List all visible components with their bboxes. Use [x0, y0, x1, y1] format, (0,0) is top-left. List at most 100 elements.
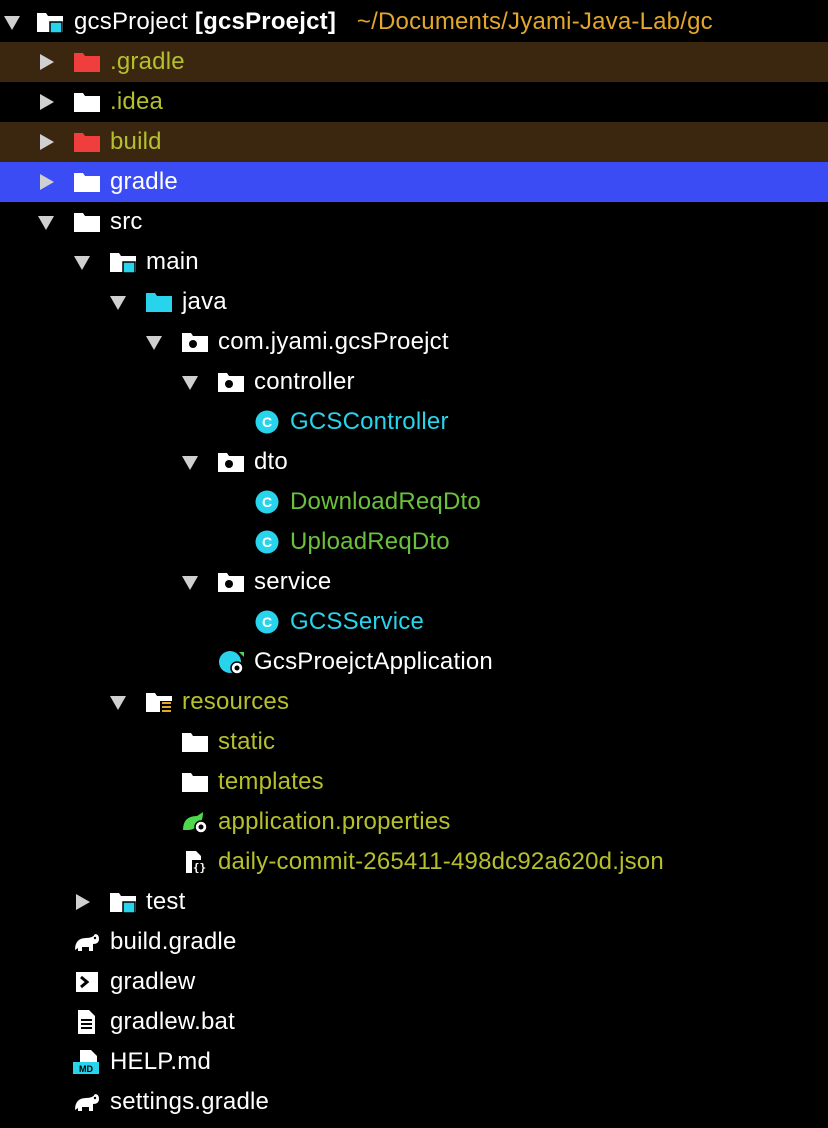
tree-row-gcs-service[interactable]: C GCSService [0, 602, 828, 642]
expand-arrow-icon[interactable] [40, 54, 54, 70]
tree-item-label: java [182, 288, 227, 315]
tree-item-label: test [146, 888, 186, 915]
tree-row-service[interactable]: service [0, 562, 828, 602]
tree-item-label: resources [182, 688, 290, 715]
folder-icon [74, 173, 100, 192]
tree-row-main[interactable]: main [0, 242, 828, 282]
tree-row-gradle-selected[interactable]: gradle [0, 162, 828, 202]
package-icon [218, 373, 244, 392]
package-icon [182, 333, 208, 352]
tree-item-label: controller [254, 368, 355, 395]
collapse-arrow-icon[interactable] [110, 296, 126, 310]
source-folder-icon [146, 293, 172, 312]
tree-item-label: src [110, 208, 143, 235]
tree-item-label: gradlew.bat [110, 1008, 235, 1035]
tree-item-label: templates [218, 768, 324, 795]
tree-row-dto[interactable]: dto [0, 442, 828, 482]
tree-item-label: service [254, 568, 332, 595]
collapse-arrow-icon[interactable] [110, 696, 126, 710]
java-class-icon: C [255, 530, 279, 554]
tree-row-resources[interactable]: resources [0, 682, 828, 722]
tree-row-package[interactable]: com.jyami.gcsProejct [0, 322, 828, 362]
tree-item-label: GCSController [290, 408, 449, 435]
tree-item-label: settings.gradle [110, 1088, 270, 1115]
tree-item-label: build [110, 128, 162, 155]
tree-row-gcs-controller[interactable]: C GCSController [0, 402, 828, 442]
tree-row-src[interactable]: src [0, 202, 828, 242]
java-class-icon: C [255, 490, 279, 514]
module-folder-icon [37, 13, 63, 34]
collapse-arrow-icon[interactable] [74, 256, 90, 270]
tree-row-gradlew-bat[interactable]: gradlew.bat [0, 1002, 828, 1042]
expand-arrow-icon[interactable] [76, 894, 90, 910]
java-class-icon: C [255, 610, 279, 634]
module-name: [gcsProejct] [194, 8, 337, 35]
tree-item-label: UploadReqDto [290, 528, 450, 555]
tree-row-download-req-dto[interactable]: C DownloadReqDto [0, 482, 828, 522]
folder-icon [74, 213, 100, 232]
svg-text:{}: {} [193, 861, 206, 874]
tree-item-label: DownloadReqDto [290, 488, 481, 515]
project-name: gcsProject [74, 8, 189, 35]
svg-text:C: C [262, 534, 272, 550]
tree-item-label: build.gradle [110, 928, 237, 955]
test-root-folder-icon [110, 893, 136, 914]
tree-row-upload-req-dto[interactable]: C UploadReqDto [0, 522, 828, 562]
folder-icon [182, 733, 208, 752]
tree-item-label: GcsProejctApplication [254, 648, 493, 675]
tree-item-label: static [218, 728, 276, 755]
project-path: ~/Documents/Jyami-Java-Lab/gc [356, 8, 713, 35]
tree-item-label: com.jyami.gcsProejct [218, 328, 449, 355]
tree-item-label: HELP.md [110, 1048, 212, 1075]
gradle-elephant-icon [75, 934, 99, 951]
tree-item-label: gradle [110, 168, 178, 195]
text-file-icon [78, 1010, 95, 1034]
collapse-arrow-icon[interactable] [146, 336, 162, 350]
tree-row-application-properties[interactable]: application.properties [0, 802, 828, 842]
spring-boot-class-icon [219, 651, 244, 674]
excluded-folder-icon [74, 133, 100, 152]
collapse-arrow-icon[interactable] [182, 576, 198, 590]
expand-arrow-icon[interactable] [4, 16, 20, 30]
tree-item-label: .gradle [110, 48, 185, 75]
collapse-arrow-icon[interactable] [38, 216, 54, 230]
tree-row-build[interactable]: build [0, 122, 828, 162]
expand-arrow-icon[interactable] [40, 174, 54, 190]
shell-script-icon [76, 972, 98, 992]
collapse-arrow-icon[interactable] [182, 456, 198, 470]
tree-row-dot-idea[interactable]: .idea [0, 82, 828, 122]
project-tree: gcsProject [gcsProejct] ~/Documents/Jyam… [0, 0, 828, 1128]
tree-row-static[interactable]: static [0, 722, 828, 762]
tree-row-java[interactable]: java [0, 282, 828, 322]
tree-row-templates[interactable]: templates [0, 762, 828, 802]
tree-row-root[interactable]: gcsProject [gcsProejct] ~/Documents/Jyam… [0, 2, 828, 42]
expand-arrow-icon[interactable] [40, 94, 54, 110]
package-icon [218, 453, 244, 472]
tree-row-application-class[interactable]: GcsProejctApplication [0, 642, 828, 682]
tree-row-build-gradle[interactable]: build.gradle [0, 922, 828, 962]
tree-item-label: dto [254, 448, 288, 475]
resources-folder-icon [146, 693, 172, 713]
json-file-icon: {} [186, 851, 207, 874]
svg-text:MD: MD [79, 1064, 93, 1074]
svg-text:C: C [262, 414, 272, 430]
excluded-folder-icon [74, 53, 100, 72]
tree-row-dot-gradle[interactable]: .gradle [0, 42, 828, 82]
gradle-elephant-icon [75, 1094, 99, 1111]
collapse-arrow-icon[interactable] [182, 376, 198, 390]
tree-row-gradlew[interactable]: gradlew [0, 962, 828, 1002]
tree-row-controller[interactable]: controller [0, 362, 828, 402]
tree-row-help-md[interactable]: MD HELP.md [0, 1042, 828, 1082]
spring-properties-icon [183, 812, 208, 834]
tree-row-settings-gradle[interactable]: settings.gradle [0, 1082, 828, 1122]
folder-icon [182, 773, 208, 792]
tree-item-label: gradlew [110, 968, 196, 995]
folder-icon [74, 93, 100, 112]
tree-row-json-file[interactable]: {} daily-commit-265411-498dc92a620d.json [0, 842, 828, 882]
tree-item-label: main [146, 248, 199, 275]
tree-item-label: application.properties [218, 808, 451, 835]
tree-item-label: .idea [110, 88, 164, 115]
expand-arrow-icon[interactable] [40, 134, 54, 150]
tree-row-test[interactable]: test [0, 882, 828, 922]
source-root-folder-icon [110, 253, 136, 274]
